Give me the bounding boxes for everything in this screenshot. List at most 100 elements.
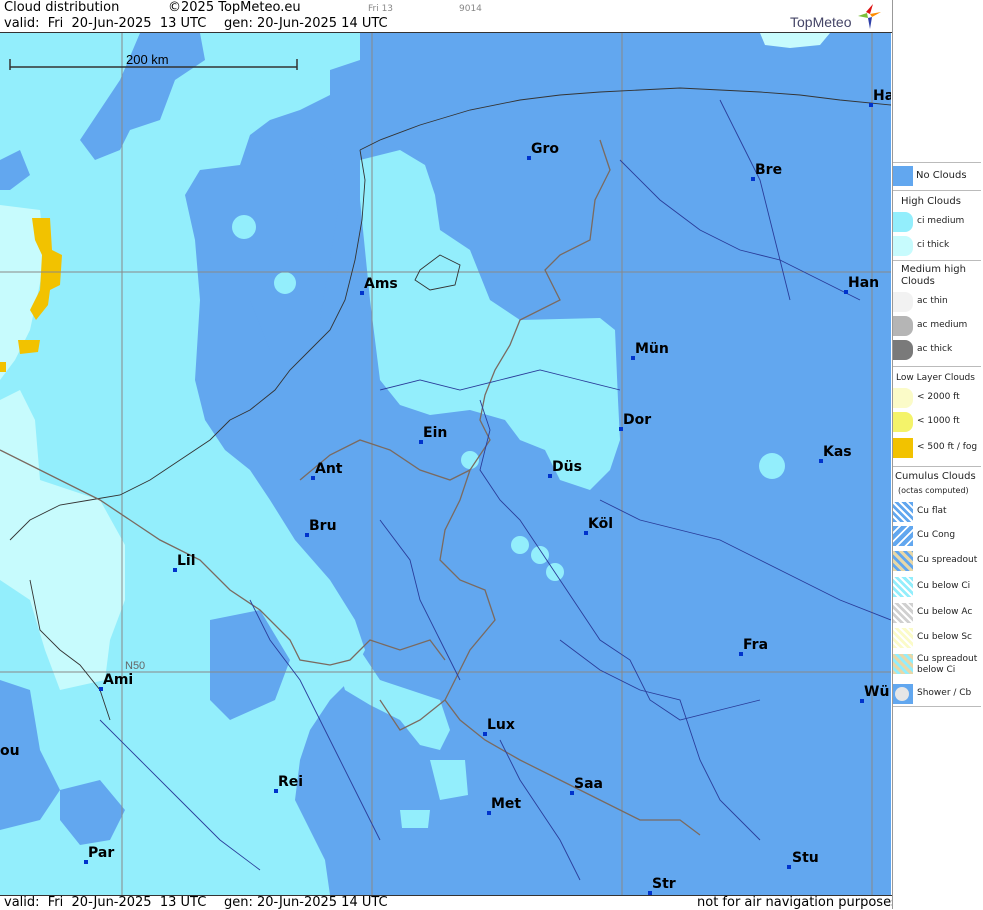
legend-lt2000: < 2000 ft [893, 388, 983, 410]
city-label: Bre [755, 162, 783, 178]
legend-label: ac thick [917, 344, 953, 354]
city-label: Ant [315, 461, 343, 477]
ci-thick-swatch [893, 236, 913, 256]
city-label: Han [848, 275, 880, 291]
city-label: Mün [635, 341, 669, 357]
city-label: Ein [423, 425, 448, 441]
city-label: Rei [278, 774, 304, 790]
cu-below-sc-swatch [893, 628, 913, 648]
legend-divider [893, 162, 981, 163]
scale-label: 200 km [126, 52, 169, 67]
legend-ci-medium: ci medium [893, 212, 983, 234]
ac-thick-swatch [893, 340, 913, 360]
legend-label: Cu below Ci [917, 581, 971, 591]
legend-divider [893, 706, 981, 707]
legend-label: No Clouds [916, 170, 967, 181]
legend-label: Cu below Ac [917, 607, 973, 617]
legend-cu-below-ac: Cu below Ac [893, 603, 983, 625]
cirrus-cell [759, 453, 785, 479]
legend-lt500: < 500 ft / fog [893, 438, 983, 460]
model-code: 9014 [459, 4, 482, 14]
city-label: Met [491, 796, 522, 812]
legend-heading: Cumulus Clouds [895, 471, 976, 482]
footer-valid-time: valid: Fri 20-Jun-2025 13 UTC [4, 895, 207, 910]
legend-divider [893, 366, 981, 367]
city-label: Ami [103, 672, 134, 688]
city-label: Kas [823, 444, 852, 460]
city-label: Köl [588, 516, 614, 532]
city-label: ou [0, 743, 20, 759]
cirrus-cell [531, 546, 549, 564]
shower-icon [895, 687, 909, 701]
legend-cu-spreadout-below-ci: Cu spreadout below Ci [893, 654, 983, 682]
map-footer: valid: Fri 20-Jun-2025 13 UTC gen: 20-Ju… [0, 895, 898, 910]
legend-label: Cu spreadout [917, 555, 978, 565]
legend-ac-medium: ac medium [893, 316, 983, 338]
legend-no-clouds: No Clouds [893, 166, 983, 188]
legend-cu-flat: Cu flat [893, 502, 983, 524]
city-label: Ams [364, 276, 398, 292]
legend-label: < 1000 ft [917, 416, 960, 426]
legend-label: ci medium [917, 216, 965, 226]
legend-label: < 500 ft / fog [917, 442, 978, 452]
legend-lt1000: < 1000 ft [893, 412, 983, 434]
city-label: Bru [309, 518, 337, 534]
legend-shower: Shower / Cb [893, 684, 983, 706]
topmeteo-logo[interactable]: TopMeteo [788, 2, 888, 36]
legend-label: ci thick [917, 240, 950, 250]
copyright-text: ©2025 TopMeteo.eu [168, 0, 301, 15]
city-label: Gro [531, 141, 560, 157]
legend-cu-below-sc: Cu below Sc [893, 628, 983, 650]
legend-label: Cu below Sc [917, 632, 972, 642]
legend-cu-below-ci: Cu below Ci [893, 577, 983, 599]
legend-divider [893, 260, 981, 261]
legend-label: ac medium [917, 320, 968, 330]
cloud-map[interactable]: 200 km N50 Gro Bre Ha Ams Han Mün Dor Ei… [0, 33, 891, 895]
legend-ac-thin: ac thin [893, 292, 983, 314]
legend-heading: Low Layer Clouds [896, 373, 975, 383]
logo-text: TopMeteo [790, 14, 852, 30]
legend-cu-cong: Cu Cong [893, 526, 983, 548]
city-label: Wü [864, 684, 890, 700]
legend-divider [893, 190, 981, 191]
legend-panel: No Clouds High Clouds ci medium ci thick… [892, 0, 983, 909]
ci-medium-swatch [893, 212, 913, 232]
generated-time: gen: 20-Jun-2025 14 UTC [224, 16, 388, 31]
legend-cu-spreadout: Cu spreadout [893, 551, 983, 573]
ac-thin-swatch [893, 292, 913, 312]
run-code: Fri 13 [368, 4, 394, 14]
cu-below-ac-swatch [893, 603, 913, 623]
cu-spreadout-swatch [893, 551, 913, 571]
legend-label: Shower / Cb [917, 688, 972, 698]
shower-swatch [893, 684, 913, 704]
city-label: Lil [177, 553, 196, 569]
no-clouds-swatch [893, 166, 913, 186]
cu-flat-swatch [893, 502, 913, 522]
city-label: Fra [743, 637, 769, 653]
cu-spreadout-below-ci-swatch [893, 654, 913, 674]
latitude-label: N50 [125, 660, 145, 672]
city-marker [787, 865, 791, 869]
legend-label: < 2000 ft [917, 392, 960, 402]
cirrus-cell [511, 536, 529, 554]
cirrus-cell [274, 272, 296, 294]
city-label: Dor [623, 412, 652, 428]
disclaimer-text: not for air navigation purposes [697, 895, 898, 910]
compass-logo-icon: TopMeteo [790, 4, 881, 30]
legend-label: Cu flat [917, 506, 947, 516]
fog-swatch [893, 438, 913, 458]
legend-ci-thick: ci thick [893, 236, 983, 258]
legend-heading: High Clouds [901, 196, 961, 207]
footer-generated-time: gen: 20-Jun-2025 14 UTC [224, 895, 388, 910]
legend-heading: Medium high Clouds [901, 264, 966, 287]
chart-title: Cloud distribution [4, 0, 120, 15]
city-label: Str [652, 876, 676, 892]
city-label: Ha [873, 88, 891, 104]
cu-below-ci-swatch [893, 577, 913, 597]
legend-label: ac thin [917, 296, 948, 306]
legend-label: Cu Cong [917, 530, 956, 540]
city-label: Lux [487, 717, 515, 733]
legend-subheading: (octas computed) [898, 486, 969, 495]
city-label: Düs [552, 459, 582, 475]
legend-divider [893, 466, 981, 467]
